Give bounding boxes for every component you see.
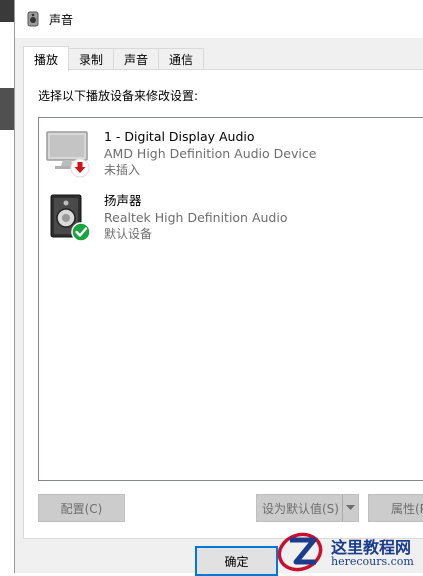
tab-communications[interactable]: 通信 [158, 48, 205, 70]
set-default-dropdown-button[interactable] [342, 494, 359, 522]
configure-button[interactable]: 配置(C) [38, 494, 125, 522]
speaker-icon [50, 194, 91, 242]
background-window-strip [0, 88, 14, 130]
ok-button[interactable]: 确定 [195, 546, 278, 576]
playback-panel: 选择以下播放设备来修改设置: 1 - Digital Display Audio… [23, 69, 423, 539]
chevron-down-icon [346, 505, 355, 510]
device-name: 1 - Digital Display Audio [104, 129, 255, 144]
list-item-speakers[interactable]: 扬声器 Realtek High Definition Audio 默认设备 [39, 190, 423, 246]
device-name: 扬声器 [104, 193, 142, 208]
unplugged-arrow-icon [70, 158, 90, 178]
speaker-app-icon [27, 11, 39, 27]
tab-strip: 播放 录制 声音 通信 [23, 46, 205, 71]
background-window-strip [0, 0, 14, 22]
default-check-icon [71, 222, 91, 242]
properties-button[interactable]: 属性(P [368, 494, 423, 522]
sound-dialog: 声音 播放 录制 声音 通信 选择以下播放设备来修改设置: 1 - Digita… [14, 0, 423, 576]
device-description: Realtek High Definition Audio [104, 210, 288, 225]
instruction-text: 选择以下播放设备来修改设置: [38, 89, 199, 103]
title-bar[interactable]: 声音 [15, 0, 423, 38]
device-status: 未插入 [104, 163, 141, 177]
device-list[interactable]: 1 - Digital Display Audio AMD High Defin… [38, 117, 423, 481]
device-description: AMD High Definition Audio Device [104, 146, 317, 161]
tab-playback[interactable]: 播放 [23, 46, 70, 71]
tab-sounds[interactable]: 声音 [113, 48, 160, 70]
watermark-z-icon [277, 532, 323, 572]
list-item-digital-display-audio[interactable]: 1 - Digital Display Audio AMD High Defin… [39, 126, 423, 182]
watermark-url: herecours.com [331, 555, 414, 568]
tab-recording[interactable]: 录制 [68, 48, 115, 70]
set-default-button[interactable]: 设为默认值(S) [256, 494, 344, 522]
monitor-icon [46, 131, 90, 178]
device-status: 默认设备 [104, 227, 153, 241]
watermark-logo: 这里教程网 herecours.com [276, 530, 423, 573]
window-title: 声音 [49, 12, 74, 27]
